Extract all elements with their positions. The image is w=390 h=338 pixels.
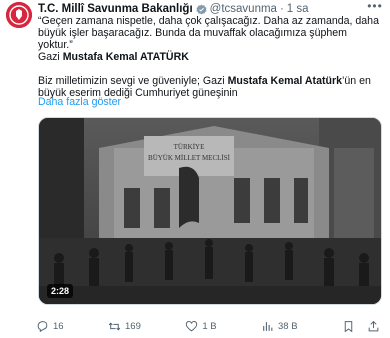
like-button[interactable]: 1 B <box>185 320 217 333</box>
separator: · <box>279 3 284 15</box>
building-sign: BÜYÜK MİLLET MECLİSİ <box>148 154 231 162</box>
retweet-button[interactable]: 169 <box>108 320 141 333</box>
action-bar: 16 169 1 B 38 B <box>36 318 380 334</box>
handle[interactable]: @tcsavunma <box>210 3 277 15</box>
verified-badge-icon <box>196 4 207 14</box>
video-player[interactable]: TÜRKİYE BÜYÜK MİLLET MECLİSİ 2:28 <box>38 117 382 305</box>
building-sign: TÜRKİYE <box>174 143 205 151</box>
like-count: 1 B <box>202 320 217 332</box>
display-name[interactable]: T.C. Millî Savunma Bakanlığı <box>38 3 193 15</box>
tweet-header: T.C. Millî Savunma Bakanlığı @tcsavunma … <box>38 2 382 16</box>
quote-signature: Gazi Mustafa Kemal ATATÜRK <box>38 50 189 63</box>
tweet-line: Biz milletimizin sevgi ve güveniyle; Gaz… <box>38 74 371 87</box>
views-button[interactable]: 38 B <box>261 320 298 333</box>
views-count: 38 B <box>278 320 298 332</box>
show-more-link[interactable]: Daha fazla göster <box>38 96 121 108</box>
right-actions <box>342 320 380 333</box>
tweet-text: “Geçen zamana nispetle, daha çok çalışac… <box>38 15 384 99</box>
heart-icon <box>186 320 198 331</box>
retweet-count: 169 <box>125 320 141 332</box>
views-chart-icon <box>263 321 273 331</box>
video-thumbnail: TÜRKİYE BÜYÜK MİLLET MECLİSİ <box>39 118 381 304</box>
share-icon <box>368 320 379 331</box>
retweet-icon <box>108 322 121 330</box>
timestamp[interactable]: 1 sa <box>287 3 309 15</box>
reply-count: 16 <box>53 320 64 332</box>
tweet-line: büyük işler başaracağız. Bunda da muvaff… <box>38 26 347 51</box>
share-button[interactable] <box>367 320 380 333</box>
bookmark-icon <box>344 320 353 332</box>
bookmark-button[interactable] <box>342 320 355 333</box>
more-options-icon[interactable]: ••• <box>366 0 384 16</box>
avatar[interactable] <box>6 2 32 28</box>
ministry-emblem-icon <box>6 2 32 28</box>
video-duration: 2:28 <box>47 284 74 298</box>
reply-button[interactable]: 16 <box>36 320 64 333</box>
reply-icon <box>37 320 48 332</box>
